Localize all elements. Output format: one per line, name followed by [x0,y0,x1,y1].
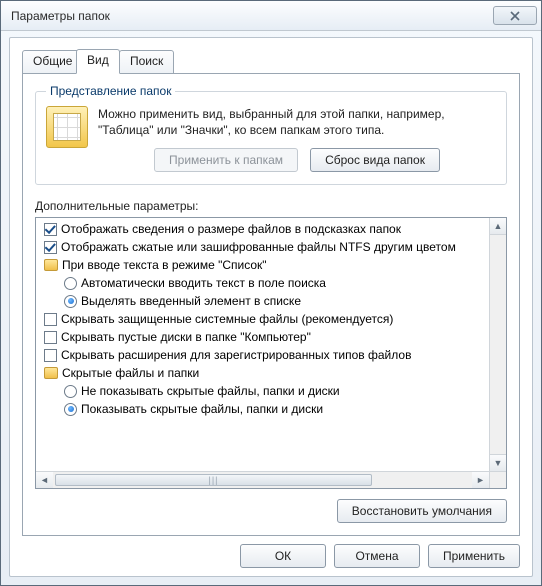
list-item-label: Скрывать защищенные системные файлы (рек… [61,312,393,326]
tab-general-label: Общие [33,54,72,68]
list-item-label: Скрывать расширения для зарегистрированн… [61,348,411,362]
cancel-button[interactable]: Отмена [334,544,420,568]
list-item[interactable]: Скрывать защищенные системные файлы (рек… [38,310,489,328]
tab-strip: Общие Вид Поиск [22,50,520,74]
list-item-label: Скрытые файлы и папки [62,366,199,380]
horizontal-scrollbar[interactable]: ◄ ||| ► [36,471,506,488]
radio[interactable] [64,385,77,398]
ok-button[interactable]: ОК [240,544,326,568]
titlebar: Параметры папок [1,1,541,31]
list-item[interactable]: Не показывать скрытые файлы, папки и дис… [38,382,489,400]
folder-icon [44,367,58,379]
checkbox[interactable] [44,313,57,326]
list-item-label: Не показывать скрытые файлы, папки и дис… [81,384,340,398]
radio[interactable] [64,277,77,290]
dialog-buttons: ОК Отмена Применить [22,544,520,568]
list-item-label: Автоматически вводить текст в поле поиск… [81,276,326,290]
tab-view[interactable]: Вид [76,49,120,74]
scroll-left-arrow-icon[interactable]: ◄ [36,472,53,488]
tab-search-label: Поиск [130,54,163,68]
list-item-label: При вводе текста в режиме "Список" [62,258,267,272]
tab-content-view: Представление папок Можно применить вид,… [22,74,520,536]
list-item[interactable]: Отображать сведения о размере файлов в п… [38,220,489,238]
checkbox[interactable] [44,241,57,254]
radio[interactable] [64,295,77,308]
vertical-scrollbar[interactable]: ▲ ▼ [489,218,506,471]
list-item[interactable]: Выделять введенный элемент в списке [38,292,489,310]
close-icon [510,11,520,21]
restore-defaults-button[interactable]: Восстановить умолчания [337,499,507,523]
list-item-label: Отображать сжатые или зашифрованные файл… [61,240,456,254]
advanced-settings-list: Отображать сведения о размере файлов в п… [35,217,507,489]
list-item-label: Скрывать пустые диски в папке "Компьютер… [61,330,311,344]
list-item[interactable]: Автоматически вводить текст в поле поиск… [38,274,489,292]
checkbox[interactable] [44,223,57,236]
horizontal-scroll-thumb[interactable]: ||| [55,474,372,486]
list-item-label: Показывать скрытые файлы, папки и диски [81,402,323,416]
apply-button[interactable]: Применить [428,544,520,568]
advanced-settings-scroll[interactable]: Отображать сведения о размере файлов в п… [36,218,489,471]
apply-to-folders-button: Применить к папкам [154,148,298,172]
list-item-label: Выделять введенный элемент в списке [81,294,301,308]
tab-search[interactable]: Поиск [119,50,174,74]
scroll-down-arrow-icon[interactable]: ▼ [490,454,506,471]
scroll-up-arrow-icon[interactable]: ▲ [490,218,506,235]
radio[interactable] [64,403,77,416]
list-item-label: Отображать сведения о размере файлов в п… [61,222,401,236]
folder-views-icon [46,106,88,148]
list-item[interactable]: Отображать сжатые или зашифрованные файл… [38,238,489,256]
close-button[interactable] [493,6,537,25]
list-item: Скрытые файлы и папки [38,364,489,382]
window-title: Параметры папок [11,9,110,23]
list-item: При вводе текста в режиме "Список" [38,256,489,274]
checkbox[interactable] [44,331,57,344]
tab-general[interactable]: Общие [22,50,83,74]
client-area: Общие Вид Поиск Представление папок Можн… [9,37,533,577]
advanced-settings-label: Дополнительные параметры: [35,199,507,213]
list-item[interactable]: Показывать скрытые файлы, папки и диски [38,400,489,418]
checkbox[interactable] [44,349,57,362]
folder-views-group: Представление папок Можно применить вид,… [35,84,507,185]
folder-icon [44,259,58,271]
folder-views-legend: Представление папок [46,84,175,98]
list-item[interactable]: Скрывать расширения для зарегистрированн… [38,346,489,364]
scroll-corner [489,472,506,488]
list-item[interactable]: Скрывать пустые диски в папке "Компьютер… [38,328,489,346]
tab-view-label: Вид [87,53,109,67]
reset-folders-button[interactable]: Сброс вида папок [310,148,440,172]
scroll-right-arrow-icon[interactable]: ► [472,472,489,488]
folder-options-window: Параметры папок Общие Вид Поиск Представ… [0,0,542,586]
folder-views-text: Можно применить вид, выбранный для этой … [98,106,496,138]
